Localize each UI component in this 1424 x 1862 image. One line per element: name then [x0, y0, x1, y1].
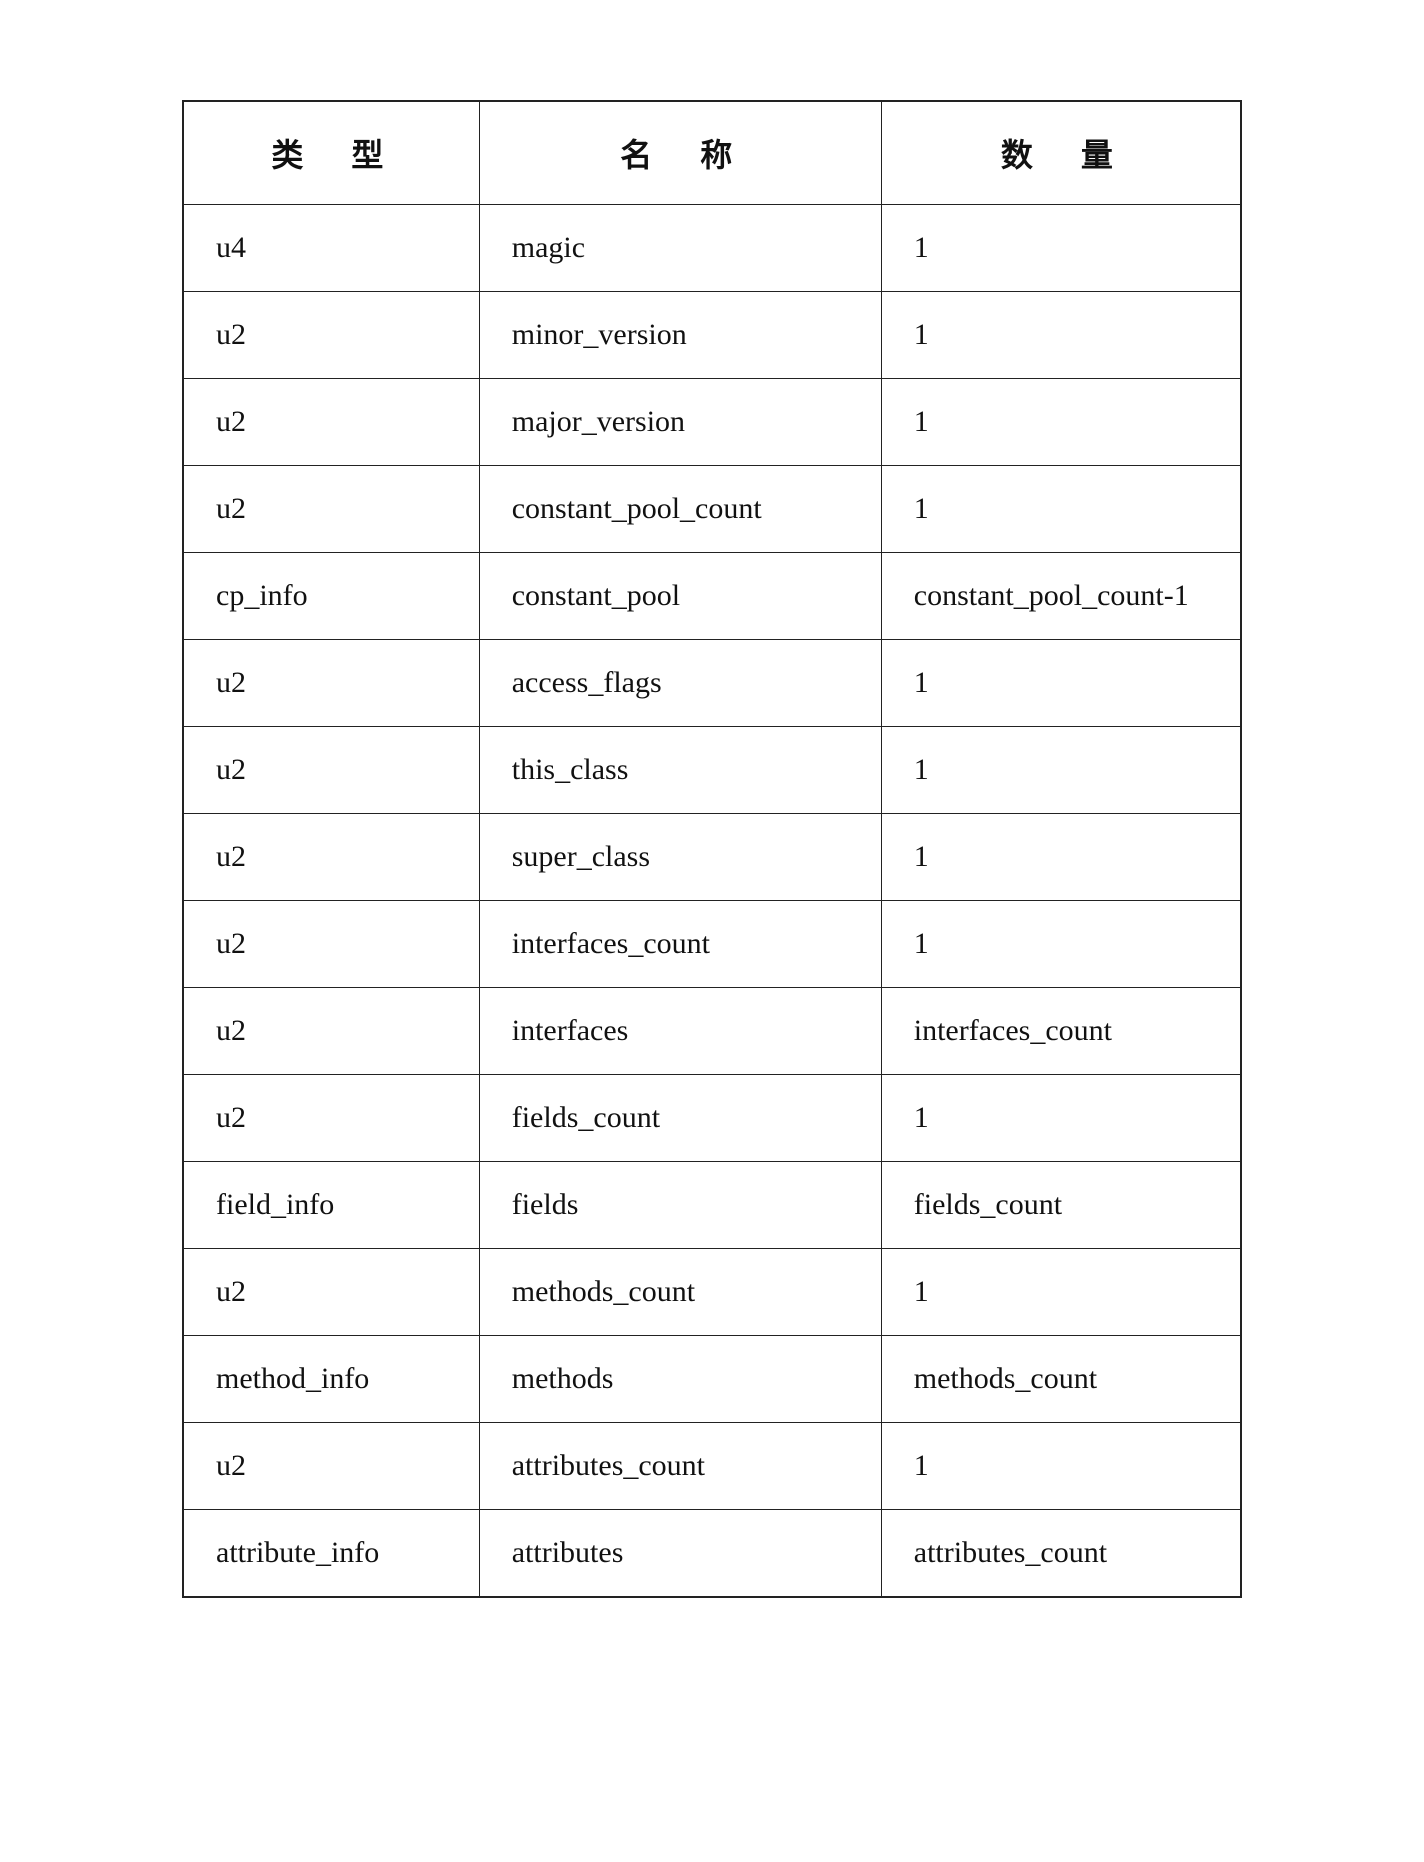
cell-type: u4: [183, 205, 479, 292]
cell-name: minor_version: [479, 292, 881, 379]
table-header-row: 类 型 名 称 数 量: [183, 101, 1241, 205]
cell-type: u2: [183, 727, 479, 814]
table-row: u2super_class1: [183, 814, 1241, 901]
cell-count: constant_pool_count-1: [881, 553, 1241, 640]
cell-name: super_class: [479, 814, 881, 901]
cell-count: 1: [881, 814, 1241, 901]
cell-name: methods_count: [479, 1249, 881, 1336]
table-row: u2attributes_count1: [183, 1423, 1241, 1510]
cell-type: u2: [183, 379, 479, 466]
cell-type: u2: [183, 466, 479, 553]
cell-type: u2: [183, 1075, 479, 1162]
cell-count: 1: [881, 466, 1241, 553]
cell-name: constant_pool_count: [479, 466, 881, 553]
cell-name: magic: [479, 205, 881, 292]
cell-type: field_info: [183, 1162, 479, 1249]
cell-count: fields_count: [881, 1162, 1241, 1249]
cell-type: attribute_info: [183, 1510, 479, 1598]
cell-count: attributes_count: [881, 1510, 1241, 1598]
cell-count: 1: [881, 205, 1241, 292]
cell-type: u2: [183, 640, 479, 727]
table-row: u2access_flags1: [183, 640, 1241, 727]
cell-name: attributes_count: [479, 1423, 881, 1510]
table-row: u2minor_version1: [183, 292, 1241, 379]
cell-name: interfaces_count: [479, 901, 881, 988]
table-row: u2fields_count1: [183, 1075, 1241, 1162]
cell-count: 1: [881, 1423, 1241, 1510]
cell-count: interfaces_count: [881, 988, 1241, 1075]
cell-type: u2: [183, 1249, 479, 1336]
cell-type: u2: [183, 988, 479, 1075]
cell-count: 1: [881, 1075, 1241, 1162]
table-row: method_infomethodsmethods_count: [183, 1336, 1241, 1423]
table-row: u4magic1: [183, 205, 1241, 292]
cell-name: this_class: [479, 727, 881, 814]
cell-name: attributes: [479, 1510, 881, 1598]
main-table-container: 类 型 名 称 数 量 u4magic1u2minor_version1u2ma…: [182, 100, 1242, 1598]
cell-type: cp_info: [183, 553, 479, 640]
cell-count: 1: [881, 292, 1241, 379]
table-row: u2major_version1: [183, 379, 1241, 466]
cell-count: 1: [881, 640, 1241, 727]
cell-name: access_flags: [479, 640, 881, 727]
class-structure-table: 类 型 名 称 数 量 u4magic1u2minor_version1u2ma…: [182, 100, 1242, 1598]
cell-count: 1: [881, 901, 1241, 988]
table-row: attribute_infoattributesattributes_count: [183, 1510, 1241, 1598]
table-row: u2interfacesinterfaces_count: [183, 988, 1241, 1075]
cell-count: 1: [881, 727, 1241, 814]
cell-count: 1: [881, 379, 1241, 466]
header-type: 类 型: [183, 101, 479, 205]
cell-type: u2: [183, 814, 479, 901]
cell-type: u2: [183, 292, 479, 379]
cell-type: u2: [183, 901, 479, 988]
table-row: u2methods_count1: [183, 1249, 1241, 1336]
table-row: cp_infoconstant_poolconstant_pool_count-…: [183, 553, 1241, 640]
header-name: 名 称: [479, 101, 881, 205]
cell-name: fields: [479, 1162, 881, 1249]
cell-name: constant_pool: [479, 553, 881, 640]
header-count: 数 量: [881, 101, 1241, 205]
cell-count: methods_count: [881, 1336, 1241, 1423]
table-row: u2this_class1: [183, 727, 1241, 814]
cell-name: methods: [479, 1336, 881, 1423]
table-row: u2interfaces_count1: [183, 901, 1241, 988]
cell-count: 1: [881, 1249, 1241, 1336]
table-row: u2constant_pool_count1: [183, 466, 1241, 553]
cell-name: interfaces: [479, 988, 881, 1075]
cell-type: method_info: [183, 1336, 479, 1423]
cell-name: fields_count: [479, 1075, 881, 1162]
table-row: field_infofieldsfields_count: [183, 1162, 1241, 1249]
cell-type: u2: [183, 1423, 479, 1510]
cell-name: major_version: [479, 379, 881, 466]
